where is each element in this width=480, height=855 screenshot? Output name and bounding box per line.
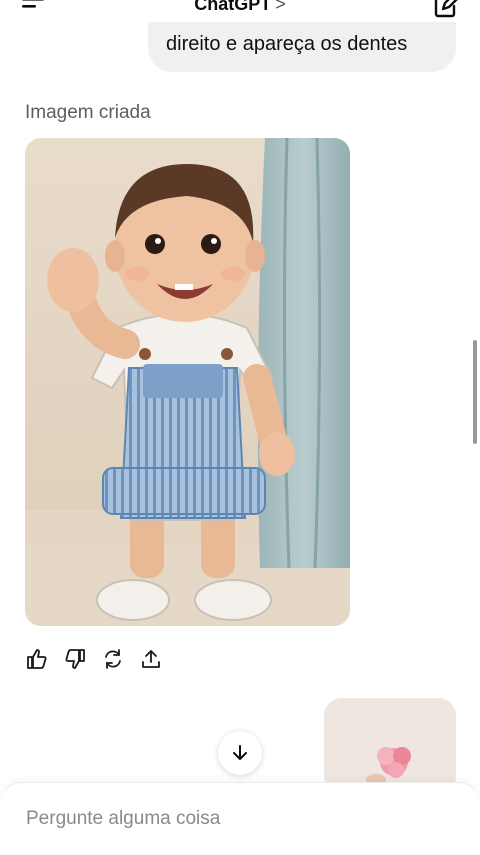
scrollbar[interactable] <box>473 340 477 444</box>
model-selector[interactable]: ChatGPT > <box>0 0 480 15</box>
arrow-down-icon <box>233 745 247 760</box>
user-uploaded-image[interactable] <box>324 698 456 794</box>
flower-photo <box>324 698 456 794</box>
generated-image[interactable] <box>25 138 350 626</box>
new-chat-edit-icon[interactable] <box>432 0 460 18</box>
baby-illustration <box>25 138 350 626</box>
regenerate-icon[interactable] <box>100 646 126 672</box>
share-icon[interactable] <box>138 646 164 672</box>
top-bar: ChatGPT > <box>0 0 480 22</box>
scroll-to-bottom-button[interactable] <box>218 731 262 775</box>
user-message-bubble: direito e apareça os dentes <box>148 16 456 72</box>
image-caption: Imagem criada <box>25 102 151 123</box>
user-message-text: direito e apareça os dentes <box>166 33 408 55</box>
message-input[interactable] <box>24 807 448 831</box>
message-actions <box>24 646 164 672</box>
chevron-right-icon: > <box>275 0 286 14</box>
composer <box>0 782 480 855</box>
thumbs-down-icon[interactable] <box>62 646 88 672</box>
app-title: ChatGPT <box>194 0 272 14</box>
thumbs-up-icon[interactable] <box>24 646 50 672</box>
